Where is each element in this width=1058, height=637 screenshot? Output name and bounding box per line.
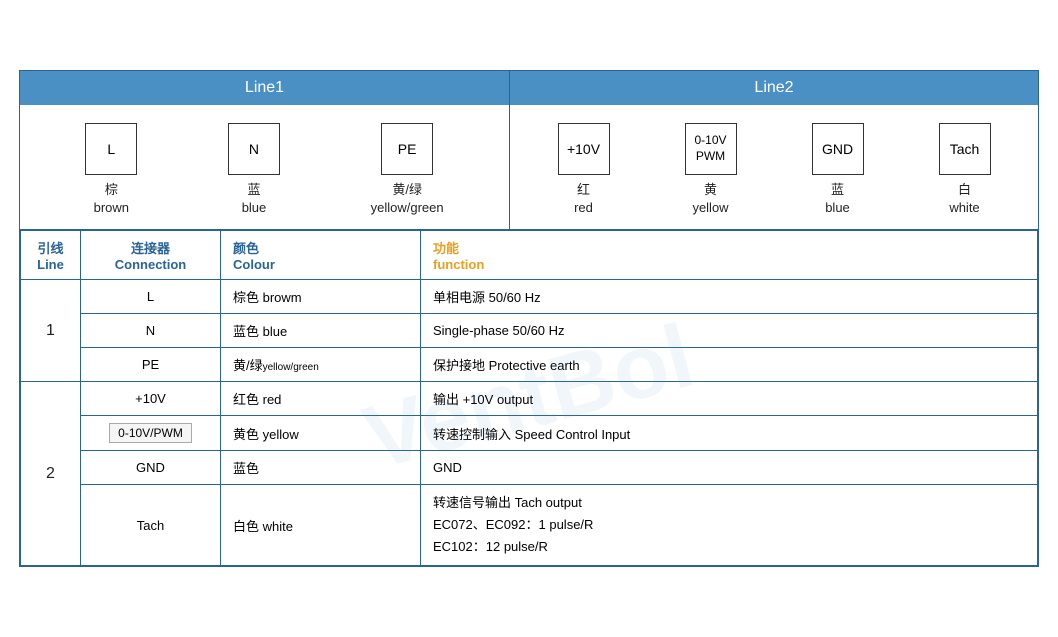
table-row: Tach 白色 white 转速信号输出 Tach output EC072、E… bbox=[21, 485, 1038, 566]
header-row: Line1 Line2 bbox=[20, 71, 1038, 105]
table-row: 1 L 棕色 browm 单相电源 50/60 Hz bbox=[21, 280, 1038, 314]
colour-white-cell: 白色 white bbox=[221, 485, 421, 566]
header-colour-col: 颜色 Colour bbox=[221, 231, 421, 280]
header-line2: Line2 bbox=[510, 71, 1038, 105]
function-pwm-cell: 转速控制输入 Speed Control Input bbox=[421, 416, 1038, 451]
connection-pwm-cell: 0-10V/PWM bbox=[81, 416, 221, 451]
connector-label-N: 蓝blue bbox=[242, 181, 267, 217]
connection-N-cell: N bbox=[81, 314, 221, 348]
connector-box-PE: PE bbox=[381, 123, 433, 175]
colour-blue-cell: 蓝色 blue bbox=[221, 314, 421, 348]
connector-tach: Tach 白white bbox=[939, 123, 991, 217]
table-row: N 蓝色 blue Single-phase 50/60 Hz bbox=[21, 314, 1038, 348]
connector-PE: PE 黄/绿yellow/green bbox=[371, 123, 444, 217]
colour-yg-cell: 黄/绿yellow/green bbox=[221, 348, 421, 382]
function-tach-cell: 转速信号输出 Tach output EC072、EC092：1 pulse/R… bbox=[421, 485, 1038, 566]
colour-yellow-cell: 黄色 yellow bbox=[221, 416, 421, 451]
function-PE-cell: 保护接地 Protective earth bbox=[421, 348, 1038, 382]
icons-line2: +10V 红red 0-10VPWM 黄yellow GND 蓝blue Tac… bbox=[510, 105, 1038, 229]
connector-L: L 棕brown bbox=[85, 123, 137, 217]
table-row: GND 蓝色 GND bbox=[21, 451, 1038, 485]
connector-10V: +10V 红red bbox=[558, 123, 610, 217]
connection-10V-cell: +10V bbox=[81, 382, 221, 416]
colour-brown-cell: 棕色 browm bbox=[221, 280, 421, 314]
colour-blue2-cell: 蓝色 bbox=[221, 451, 421, 485]
connection-tach-cell: Tach bbox=[81, 485, 221, 566]
table-header-row: 引线 Line 连接器 Connection 颜色 Colour 功能 func… bbox=[21, 231, 1038, 280]
connector-pwm: 0-10VPWM 黄yellow bbox=[685, 123, 737, 217]
connector-box-L: L bbox=[85, 123, 137, 175]
main-container: Line1 Line2 L 棕brown N 蓝blue PE 黄/绿yello… bbox=[19, 70, 1039, 568]
header-line1: Line1 bbox=[20, 71, 510, 105]
connector-box-gnd: GND bbox=[812, 123, 864, 175]
function-gnd-cell: GND bbox=[421, 451, 1038, 485]
function-10V-cell: 输出 +10V output bbox=[421, 382, 1038, 416]
connector-gnd: GND 蓝blue bbox=[812, 123, 864, 217]
connector-label-PE: 黄/绿yellow/green bbox=[371, 181, 444, 217]
header-connection-col: 连接器 Connection bbox=[81, 231, 221, 280]
data-table: 引线 Line 连接器 Connection 颜色 Colour 功能 func… bbox=[20, 230, 1038, 566]
connector-box-pwm: 0-10VPWM bbox=[685, 123, 737, 175]
connector-box-10V: +10V bbox=[558, 123, 610, 175]
connector-N: N 蓝blue bbox=[228, 123, 280, 217]
icons-row: L 棕brown N 蓝blue PE 黄/绿yellow/green +10V… bbox=[20, 105, 1038, 230]
colour-red-cell: 红色 red bbox=[221, 382, 421, 416]
connector-box-N: N bbox=[228, 123, 280, 175]
table-row: 2 +10V 红色 red 输出 +10V output bbox=[21, 382, 1038, 416]
connector-label-tach: 白white bbox=[949, 181, 979, 217]
function-L-cell: 单相电源 50/60 Hz bbox=[421, 280, 1038, 314]
connector-label-pwm: 黄yellow bbox=[692, 181, 728, 217]
connection-gnd-cell: GND bbox=[81, 451, 221, 485]
connector-box-tach: Tach bbox=[939, 123, 991, 175]
connection-PE-cell: PE bbox=[81, 348, 221, 382]
connector-label-gnd: 蓝blue bbox=[825, 181, 850, 217]
table-row: 0-10V/PWM 黄色 yellow 转速控制输入 Speed Control… bbox=[21, 416, 1038, 451]
header-function-col: 功能 function bbox=[421, 231, 1038, 280]
table-row: PE 黄/绿yellow/green 保护接地 Protective earth bbox=[21, 348, 1038, 382]
table-wrapper: VentBol 引线 Line 连接器 Connection 颜色 Colour bbox=[20, 230, 1038, 566]
function-N-cell: Single-phase 50/60 Hz bbox=[421, 314, 1038, 348]
connector-label-10V: 红red bbox=[574, 181, 593, 217]
connector-label-L: 棕brown bbox=[94, 181, 129, 217]
line-2-cell: 2 bbox=[21, 382, 81, 566]
icons-line1: L 棕brown N 蓝blue PE 黄/绿yellow/green bbox=[20, 105, 510, 229]
header-line-col: 引线 Line bbox=[21, 231, 81, 280]
line-1-cell: 1 bbox=[21, 280, 81, 382]
connection-L-cell: L bbox=[81, 280, 221, 314]
